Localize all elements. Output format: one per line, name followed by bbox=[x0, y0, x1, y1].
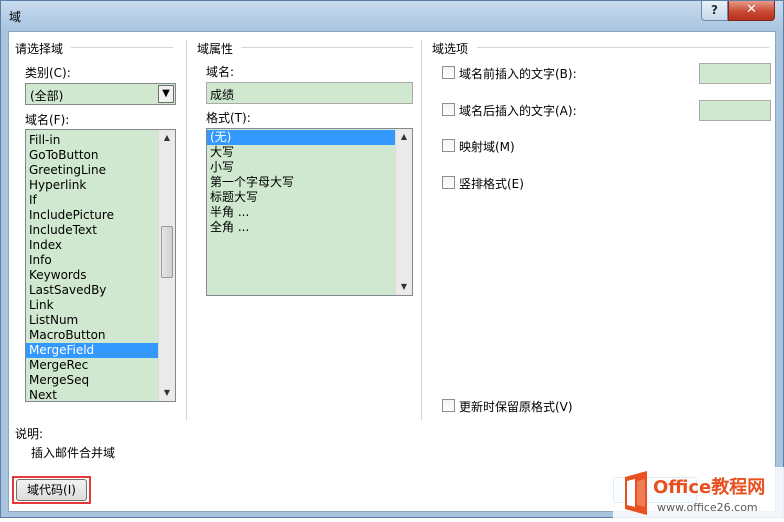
field-name-item[interactable]: Next bbox=[26, 388, 175, 401]
field-name-item[interactable]: GoToButton bbox=[26, 148, 175, 163]
field-name-item[interactable]: IncludeText bbox=[26, 223, 175, 238]
group-separator bbox=[241, 47, 413, 48]
format-item[interactable]: 大写 bbox=[207, 145, 395, 160]
field-name-item[interactable]: Fill-in bbox=[26, 133, 175, 148]
format-item[interactable]: 全角 ... bbox=[207, 220, 395, 235]
scroll-down-icon[interactable]: ▼ bbox=[159, 385, 175, 401]
text-after-input[interactable] bbox=[699, 100, 771, 121]
category-combobox[interactable]: (全部) ▼ bbox=[25, 83, 176, 105]
format-item[interactable]: 半角 ... bbox=[207, 205, 395, 220]
format-item[interactable]: 小写 bbox=[207, 160, 395, 175]
window-title: 域 bbox=[9, 10, 22, 24]
field-name-item[interactable]: Info bbox=[26, 253, 175, 268]
close-button[interactable]: ✕ bbox=[728, 1, 775, 21]
category-label: 类别(C): bbox=[25, 66, 71, 80]
mapped-field-label: 映射域(M) bbox=[459, 140, 515, 154]
field-name-label: 域名: bbox=[206, 65, 235, 79]
field-name-item[interactable]: ListNum bbox=[26, 313, 175, 328]
field-name-item[interactable]: LastSavedBy bbox=[26, 283, 175, 298]
format-item[interactable]: 标题大写 bbox=[207, 190, 395, 205]
field-properties-group-title: 域属性 bbox=[197, 42, 234, 56]
scroll-up-icon[interactable]: ▲ bbox=[159, 130, 175, 146]
category-value: (全部) bbox=[30, 89, 64, 103]
group-separator bbox=[477, 47, 769, 48]
field-names-listbox[interactable]: Fill-in GoToButton GreetingLine Hyperlink If… bbox=[25, 129, 176, 402]
field-names-list: Fill-in GoToButton GreetingLine Hyperlink If… bbox=[26, 130, 175, 401]
field-dialog: 域 ? ✕ 请选择域 类别(C): (全部) ▼ 域名(F): Fill-in G… bbox=[0, 0, 784, 519]
field-name-item[interactable]: If bbox=[26, 193, 175, 208]
office-logo-watermark: Office教程网 www.office26.com bbox=[613, 467, 784, 519]
text-after-checkbox[interactable] bbox=[442, 103, 455, 116]
scroll-thumb[interactable] bbox=[161, 226, 173, 278]
vertical-format-checkbox[interactable] bbox=[442, 176, 455, 189]
logo-brand-text: Office教程网 bbox=[653, 476, 765, 498]
scroll-up-icon[interactable]: ▲ bbox=[396, 129, 412, 145]
help-button[interactable]: ? bbox=[701, 1, 728, 21]
format-label: 格式(T): bbox=[206, 111, 251, 125]
text-before-checkbox[interactable] bbox=[442, 66, 455, 79]
field-name-item[interactable]: Index bbox=[26, 238, 175, 253]
choose-field-group-title: 请选择域 bbox=[15, 42, 64, 56]
field-names-label: 域名(F): bbox=[25, 113, 70, 127]
field-names-scrollbar[interactable]: ▲ ▼ bbox=[158, 130, 175, 401]
field-name-item[interactable]: GreetingLine bbox=[26, 163, 175, 178]
description-label: 说明: bbox=[15, 427, 44, 441]
field-name-item[interactable]: Keywords bbox=[26, 268, 175, 283]
field-name-item[interactable]: Hyperlink bbox=[26, 178, 175, 193]
field-options-group-title: 域选项 bbox=[432, 42, 469, 56]
chevron-down-icon[interactable]: ▼ bbox=[158, 85, 174, 103]
title-bar[interactable]: 域 ? ✕ bbox=[1, 1, 783, 31]
format-scrollbar[interactable]: ▲ ▼ bbox=[395, 129, 412, 295]
field-name-item[interactable]: MergeSeq bbox=[26, 373, 175, 388]
field-name-item[interactable]: IncludePicture bbox=[26, 208, 175, 223]
field-name-item[interactable]: MergeRec bbox=[26, 358, 175, 373]
text-before-label: 域名前插入的文字(B): bbox=[459, 67, 577, 81]
preserve-format-checkbox[interactable] bbox=[442, 399, 455, 412]
scroll-down-icon[interactable]: ▼ bbox=[396, 279, 412, 295]
logo-url-text: www.office26.com bbox=[657, 501, 758, 514]
format-listbox[interactable]: (无) 大写 小写 第一个字母大写 标题大写 半角 ... 全角 ... ▲ ▼ bbox=[206, 128, 413, 296]
format-item[interactable]: (无) bbox=[207, 130, 395, 145]
field-codes-button[interactable]: 域代码(I) bbox=[16, 479, 87, 501]
text-before-input[interactable] bbox=[699, 63, 771, 84]
mapped-field-checkbox[interactable] bbox=[442, 139, 455, 152]
vertical-format-label: 竖排格式(E) bbox=[459, 177, 524, 191]
vertical-divider bbox=[421, 40, 422, 420]
field-name-item[interactable]: Link bbox=[26, 298, 175, 313]
field-name-item[interactable]: MergeField bbox=[26, 343, 175, 358]
format-item[interactable]: 第一个字母大写 bbox=[207, 175, 395, 190]
vertical-divider bbox=[186, 40, 187, 420]
dialog-client-area: 请选择域 类别(C): (全部) ▼ 域名(F): Fill-in GoToBut… bbox=[8, 31, 776, 512]
description-text: 插入邮件合并域 bbox=[31, 446, 116, 460]
format-list: (无) 大写 小写 第一个字母大写 标题大写 半角 ... 全角 ... bbox=[207, 129, 395, 235]
field-name-input[interactable]: 成绩 bbox=[206, 82, 413, 104]
text-after-label: 域名后插入的文字(A): bbox=[459, 104, 577, 118]
preserve-format-label: 更新时保留原格式(V) bbox=[459, 400, 573, 414]
office-logo-icon: Office教程网 www.office26.com bbox=[613, 467, 784, 519]
group-separator bbox=[71, 47, 173, 48]
field-name-item[interactable]: MacroButton bbox=[26, 328, 175, 343]
